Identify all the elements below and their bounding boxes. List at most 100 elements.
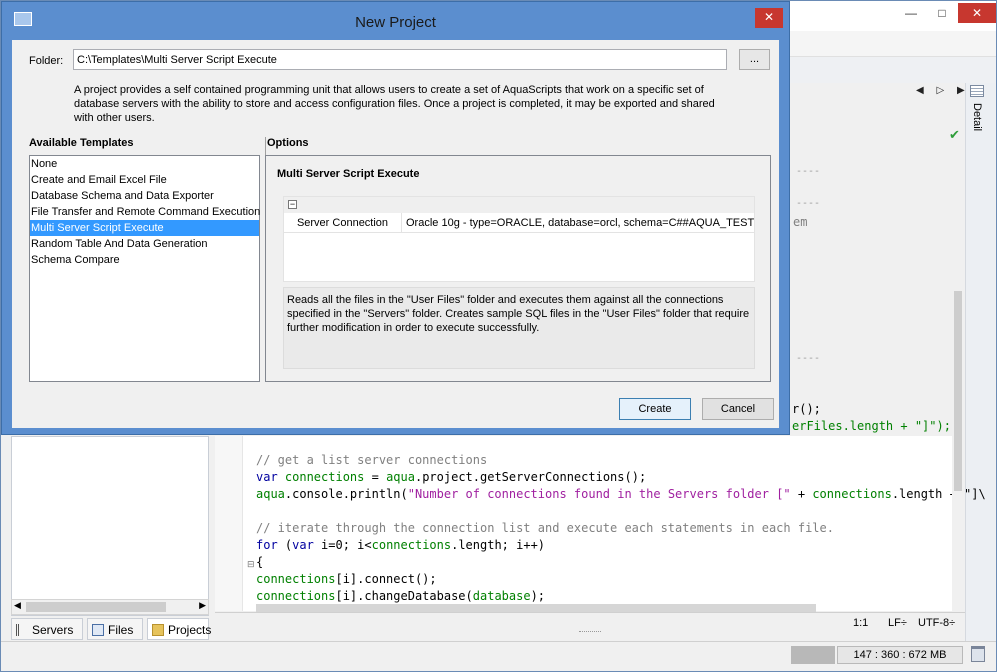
code-line: var connections = aqua.project.getServer…: [256, 469, 646, 486]
browse-button[interactable]: ...: [739, 49, 770, 70]
code-fragment: em: [793, 215, 808, 229]
project-description: A project provides a self contained prog…: [74, 84, 715, 124]
code-token: var: [256, 470, 285, 484]
code-token: );: [530, 589, 546, 603]
scroll-left-icon[interactable]: ◀: [14, 600, 21, 611]
table-icon[interactable]: [970, 85, 984, 97]
folder-input[interactable]: [73, 49, 727, 70]
code-token: +: [790, 487, 813, 501]
code-token: aqua: [386, 470, 415, 484]
code-token: [i].changeDatabase(: [335, 589, 473, 603]
code-token: .console.println(: [284, 487, 408, 501]
tab-label: Files: [108, 623, 134, 637]
templates-list[interactable]: None Create and Email Excel File Database …: [29, 155, 260, 382]
collapse-icon[interactable]: −: [288, 200, 297, 209]
tab-projects[interactable]: Projects: [147, 618, 212, 640]
right-side-panel: Detail: [965, 83, 995, 643]
new-project-dialog: New Project ✕ Folder: ... A project prov…: [1, 1, 790, 435]
folder-icon: [152, 624, 164, 636]
template-item[interactable]: None: [30, 156, 259, 172]
option-title: Multi Server Script Execute: [277, 168, 420, 180]
tab-files[interactable]: Files: [87, 618, 143, 640]
template-item[interactable]: File Transfer and Remote Command Executi…: [30, 204, 260, 220]
dialog-body: Folder: ... A project provides a self co…: [12, 40, 779, 428]
scroll-right-icon[interactable]: ▶: [199, 600, 206, 611]
window-close-button[interactable]: ✕: [958, 3, 996, 23]
server-connection-value[interactable]: Oracle 10g - type=ORACLE, database=orcl,…: [406, 213, 754, 233]
cancel-button[interactable]: Cancel: [702, 398, 774, 420]
options-heading: Options: [267, 137, 309, 149]
code-fragment: r();: [792, 402, 821, 416]
options-panel: Multi Server Script Execute − Server Con…: [265, 155, 771, 382]
code-line: for (var i=0; i<connections.length; i++): [256, 537, 545, 554]
encoding-select[interactable]: UTF-8÷: [918, 617, 955, 629]
property-key: Server Connection: [284, 213, 402, 233]
code-line: connections[i].connect();: [256, 571, 437, 588]
left-pane-tabs: Servers Files Projects: [11, 618, 212, 640]
template-item[interactable]: Create and Email Excel File: [30, 172, 259, 188]
code-line: {: [256, 554, 263, 571]
cursor-position: 1:1: [853, 617, 869, 629]
code-token: var: [292, 538, 322, 552]
code-token: .length; i++): [451, 538, 546, 552]
memory-gauge: [791, 646, 835, 664]
code-line: aqua.console.println("Number of connecti…: [256, 486, 986, 503]
code-token: connections: [256, 572, 336, 586]
code-token: // get a list server connections: [256, 453, 488, 467]
scroll-thumb[interactable]: [26, 602, 166, 612]
template-item[interactable]: Database Schema and Data Exporter: [30, 188, 259, 204]
dialog-titlebar[interactable]: New Project ✕: [2, 2, 789, 36]
code-token: for: [256, 538, 285, 552]
property-table: − Server Connection Oracle 10g - type=OR…: [283, 196, 755, 282]
code-token: =: [364, 470, 387, 484]
templates-heading: Available Templates: [29, 137, 134, 149]
dialog-title: New Project: [355, 14, 436, 31]
option-description: Reads all the files in the "User Files" …: [283, 287, 755, 369]
project-tree-pane: [11, 436, 209, 616]
code-token: .project.getServerConnections();: [414, 470, 647, 484]
editor-nav-arrows[interactable]: ◀ ▷ ▶: [916, 85, 970, 96]
tab-label: Servers: [32, 623, 74, 637]
code-token: connections: [812, 487, 892, 501]
fold-icon[interactable]: ⊟: [247, 559, 255, 570]
server-icon: [16, 624, 28, 636]
editor-horizontal-scrollbar[interactable]: [256, 604, 816, 612]
code-token: [i].connect();: [335, 572, 437, 586]
code-fragment: erFiles.length + "]");: [792, 419, 951, 433]
code-token: i=0; i<: [321, 538, 372, 552]
splitter-handle[interactable]: [579, 631, 601, 635]
create-button[interactable]: Create: [619, 398, 691, 420]
editor-separator: ----: [796, 198, 821, 209]
minimize-button[interactable]: —: [896, 3, 926, 23]
template-item[interactable]: Multi Server Script Execute: [30, 220, 259, 236]
code-token: "Number of connections found in the Serv…: [407, 487, 791, 501]
code-token: connections: [284, 470, 365, 484]
line-ending-select[interactable]: LF÷: [888, 617, 907, 629]
scroll-thumb[interactable]: [954, 291, 962, 491]
editor-vertical-scrollbar[interactable]: [952, 291, 964, 611]
code-line: // get a list server connections: [256, 452, 487, 469]
tab-servers[interactable]: Servers: [11, 618, 83, 640]
code-token: connections: [256, 589, 336, 603]
maximize-button[interactable]: □: [927, 3, 957, 23]
folder-label: Folder:: [29, 55, 64, 67]
tree-horizontal-scrollbar[interactable]: ◀ ▶: [11, 599, 209, 615]
code-token: connections: [371, 538, 452, 552]
property-group-header: −: [284, 197, 754, 213]
code-token: {: [256, 555, 264, 569]
code-line: // iterate through the connection list a…: [256, 520, 834, 537]
detail-tab[interactable]: Detail: [971, 103, 983, 131]
code-token: aqua: [256, 487, 285, 501]
editor-separator: ----: [796, 166, 821, 177]
file-icon: [92, 624, 104, 636]
property-row[interactable]: Server Connection Oracle 10g - type=ORAC…: [284, 213, 754, 233]
template-item[interactable]: Random Table And Data Generation: [30, 236, 259, 252]
trash-icon[interactable]: [971, 646, 985, 662]
memory-usage: 147 : 360 : 672 MB: [837, 646, 963, 664]
template-item[interactable]: Schema Compare: [30, 252, 259, 268]
code-token: .length + "]\: [891, 487, 986, 501]
tab-label: Projects: [168, 623, 212, 637]
code-line: connections[i].changeDatabase(database);: [256, 588, 545, 605]
editor-separator: ----: [796, 353, 821, 364]
dialog-close-button[interactable]: ✕: [755, 8, 783, 28]
